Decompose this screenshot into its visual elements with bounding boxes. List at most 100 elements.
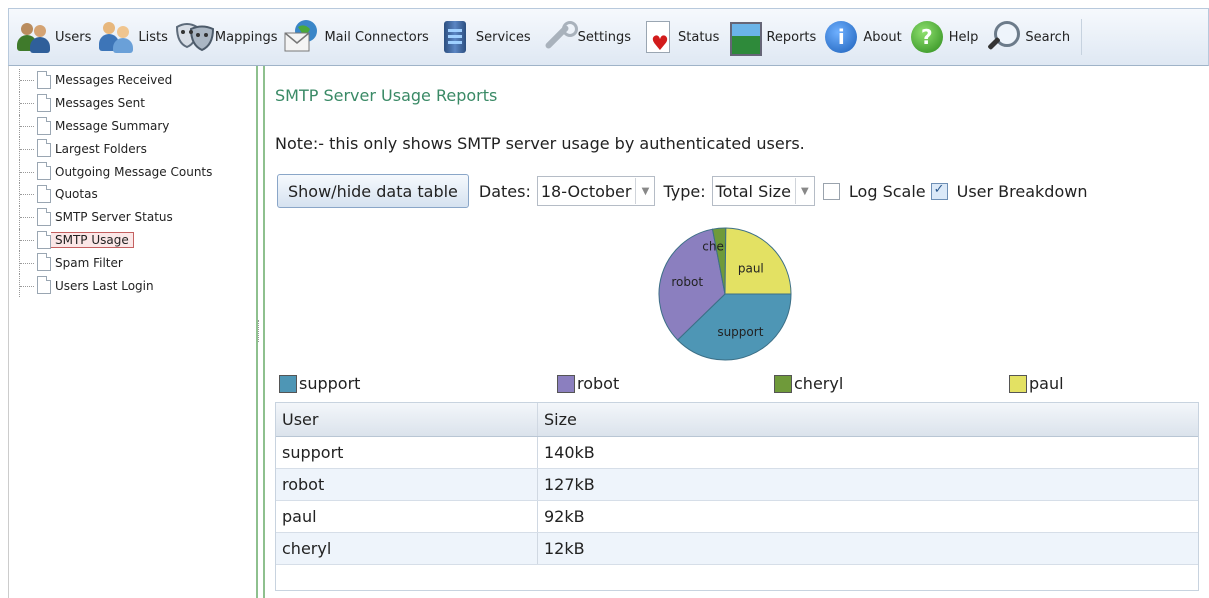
lists-icon bbox=[98, 19, 134, 55]
about-label: About bbox=[863, 29, 902, 45]
show-hide-data-table-button[interactable]: Show/hide data table bbox=[277, 174, 469, 208]
table-row[interactable]: robot 127kB bbox=[276, 469, 1198, 501]
reports-label: Reports bbox=[766, 29, 817, 45]
mappings-button[interactable]: Mappings bbox=[175, 15, 278, 59]
table-row[interactable]: cheryl 12kB bbox=[276, 533, 1198, 565]
sidebar-item-quotas[interactable]: Quotas bbox=[19, 182, 212, 206]
user-breakdown-label: User Breakdown bbox=[956, 181, 1088, 201]
sidebar-item-outgoing-message-counts[interactable]: Outgoing Message Counts bbox=[19, 160, 212, 183]
legend-label: robot bbox=[577, 374, 620, 393]
status-button[interactable]: ♥ Status bbox=[638, 15, 719, 59]
usage-pie-chart: supportrobotcherylpaul bbox=[658, 227, 792, 361]
search-button[interactable]: Search bbox=[985, 15, 1070, 59]
table-row[interactable]: support 140kB bbox=[276, 437, 1198, 469]
document-icon bbox=[37, 276, 51, 295]
document-icon bbox=[37, 162, 51, 181]
help-button[interactable]: ? Help bbox=[909, 15, 978, 59]
pie-label-paul: paul bbox=[738, 261, 764, 275]
table-row[interactable]: paul 92kB bbox=[276, 501, 1198, 533]
legend-label: paul bbox=[1029, 374, 1064, 393]
legend-swatch bbox=[774, 374, 792, 393]
services-button[interactable]: Services bbox=[436, 15, 531, 59]
mail-connectors-button[interactable]: Mail Connectors bbox=[284, 15, 429, 59]
sidebar-item-spam-filter[interactable]: Spam Filter bbox=[19, 251, 212, 275]
cell-size: 12kB bbox=[544, 539, 585, 558]
table-header-row: User Size bbox=[276, 403, 1198, 437]
chevron-down-icon: ▼ bbox=[635, 178, 654, 204]
log-scale-label: Log Scale bbox=[848, 181, 926, 201]
search-label: Search bbox=[1025, 29, 1071, 45]
legend-label: support bbox=[299, 374, 361, 393]
mappings-label: Mappings bbox=[214, 29, 278, 45]
cell-user: support bbox=[276, 437, 538, 468]
sidebar-item-label: Messages Received bbox=[55, 73, 173, 88]
toolbar-divider bbox=[1081, 19, 1083, 55]
legend-swatch bbox=[279, 374, 297, 393]
services-icon bbox=[436, 19, 472, 55]
sidebar-item-label: Outgoing Message Counts bbox=[55, 164, 213, 179]
type-label: Type: bbox=[663, 181, 706, 201]
document-icon bbox=[37, 139, 51, 158]
document-icon bbox=[37, 230, 51, 249]
reports-tree: Messages Received Messages Sent Message … bbox=[19, 69, 212, 297]
report-panel: SMTP Server Usage Reports Note:- this on… bbox=[263, 66, 1209, 598]
sidebar-item-label: Spam Filter bbox=[55, 255, 123, 270]
sidebar-item-label: Largest Folders bbox=[55, 141, 147, 156]
type-select[interactable]: Total Size ▼ bbox=[711, 176, 815, 206]
legend-label: cheryl bbox=[794, 374, 844, 393]
reports-icon bbox=[726, 19, 763, 56]
cell-size: 92kB bbox=[544, 507, 585, 526]
lists-label: Lists bbox=[138, 29, 168, 45]
mail-connectors-label: Mail Connectors bbox=[324, 29, 429, 45]
users-label: Users bbox=[55, 29, 92, 45]
document-icon bbox=[37, 207, 51, 226]
reports-sidebar: Messages Received Messages Sent Message … bbox=[8, 66, 258, 598]
dates-label: Dates: bbox=[478, 181, 531, 201]
type-value: Total Size bbox=[715, 181, 791, 201]
chevron-down-icon: ▼ bbox=[794, 178, 814, 204]
services-label: Services bbox=[475, 29, 531, 45]
about-button[interactable]: i About bbox=[823, 15, 902, 59]
log-scale-checkbox[interactable] bbox=[822, 182, 840, 200]
user-breakdown-checkbox[interactable] bbox=[930, 182, 948, 200]
settings-icon bbox=[538, 19, 578, 55]
sidebar-item-users-last-login[interactable]: Users Last Login bbox=[19, 274, 212, 297]
cell-user: robot bbox=[276, 469, 538, 500]
cell-user: cheryl bbox=[276, 533, 538, 564]
usage-data-table: User Size support 140kB robot 127kB paul 92kB… bbox=[275, 402, 1199, 591]
sidebar-item-label: SMTP Usage bbox=[50, 231, 134, 248]
report-controls: Show/hide data table Dates: 18-October ▼… bbox=[277, 174, 1093, 208]
about-icon: i bbox=[823, 19, 859, 55]
column-header-size[interactable]: Size bbox=[538, 403, 577, 436]
users-icon bbox=[15, 19, 51, 55]
sidebar-item-messages-sent[interactable]: Messages Sent bbox=[19, 91, 212, 115]
sidebar-item-message-summary[interactable]: Message Summary bbox=[19, 114, 212, 138]
column-header-user[interactable]: User bbox=[276, 403, 538, 436]
legend-item-robot[interactable]: robot bbox=[557, 374, 619, 393]
legend-item-paul[interactable]: paul bbox=[1009, 374, 1064, 393]
sidebar-item-label: Message Summary bbox=[55, 118, 170, 133]
cell-size: 140kB bbox=[544, 443, 595, 462]
sidebar-item-label: SMTP Server Status bbox=[55, 210, 173, 225]
legend-item-support[interactable]: support bbox=[279, 374, 360, 393]
legend-swatch bbox=[1009, 374, 1027, 393]
dates-select[interactable]: 18-October ▼ bbox=[536, 176, 656, 206]
sidebar-item-messages-received[interactable]: Messages Received bbox=[19, 69, 212, 92]
mappings-icon bbox=[175, 19, 214, 55]
settings-button[interactable]: Settings bbox=[538, 15, 631, 59]
mail-connectors-icon bbox=[284, 19, 320, 55]
reports-button[interactable]: Reports bbox=[726, 15, 816, 59]
pie-label-robot: robot bbox=[671, 275, 703, 289]
cell-size: 127kB bbox=[544, 475, 595, 494]
main-toolbar: Users Lists Mappings Mail Connectors Ser… bbox=[8, 8, 1209, 66]
sidebar-item-smtp-server-status[interactable]: SMTP Server Status bbox=[19, 205, 212, 229]
legend-item-cheryl[interactable]: cheryl bbox=[774, 374, 843, 393]
sidebar-item-label: Users Last Login bbox=[55, 278, 154, 293]
users-button[interactable]: Users bbox=[15, 15, 91, 59]
legend-swatch bbox=[557, 374, 575, 393]
pie-label-support: support bbox=[717, 325, 763, 339]
lists-button[interactable]: Lists bbox=[98, 15, 168, 59]
sidebar-item-largest-folders[interactable]: Largest Folders bbox=[19, 137, 212, 161]
sidebar-item-smtp-usage[interactable]: SMTP Usage bbox=[19, 228, 212, 252]
document-icon bbox=[37, 116, 51, 135]
